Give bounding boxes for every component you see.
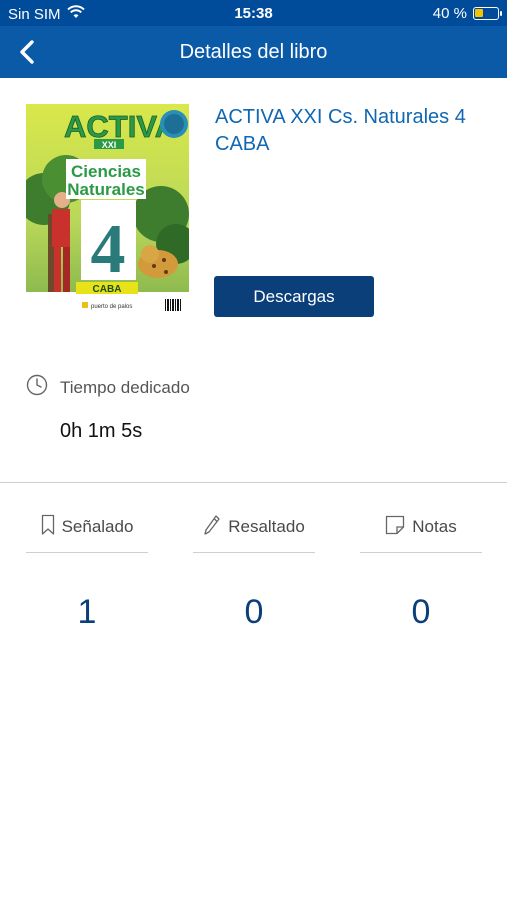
- cover-brand: ACTIVA: [64, 109, 177, 144]
- cover-region: CABA: [93, 284, 122, 295]
- time-spent-label: Tiempo dedicado: [60, 377, 190, 397]
- battery-group: 40 %: [432, 5, 502, 22]
- pencil-icon: [203, 514, 221, 541]
- status-time: 15:38: [234, 5, 273, 22]
- cover-series: XXI: [102, 140, 117, 150]
- cover-subject-line2: Naturales: [67, 180, 144, 199]
- stat-bookmarked-label: Señalado: [61, 517, 134, 536]
- back-button[interactable]: [14, 38, 42, 66]
- clock-icon: [26, 374, 48, 401]
- stat-notes-header: Notas: [360, 512, 482, 542]
- stat-bookmarked-count: 1: [77, 593, 97, 631]
- stat-highlighted-label: Resaltado: [228, 517, 305, 536]
- section-divider: [0, 482, 507, 483]
- book-details-screen: Sin SIM 15:38 40 % Detalles del libro AC…: [0, 0, 507, 900]
- stat-notes-count: 0: [411, 593, 431, 631]
- battery-percent: 40 %: [432, 5, 467, 22]
- stat-bookmarked-rule: [26, 552, 148, 553]
- book-title: ACTIVA XXI Cs. Naturales 4 CABA: [215, 106, 466, 155]
- stat-bookmarked-header: Señalado: [26, 512, 148, 542]
- stat-bookmarked[interactable]: Señalado 1: [26, 512, 148, 632]
- stat-highlighted-count: 0: [244, 593, 264, 631]
- time-spent-header: Tiempo dedicado: [26, 374, 190, 401]
- bookmark-icon: [41, 514, 55, 541]
- stat-highlighted[interactable]: Resaltado 0: [193, 512, 315, 632]
- download-button[interactable]: Descargas: [214, 276, 374, 317]
- stat-notes-label: Notas: [412, 517, 457, 536]
- stat-highlighted-header: Resaltado: [193, 512, 315, 542]
- barcode-icon: [164, 297, 182, 313]
- time-spent-value: 0h 1m 5s: [60, 420, 143, 442]
- navigation-bar: Detalles del libro: [0, 26, 507, 78]
- note-icon: [385, 515, 405, 540]
- stat-notes-rule: [360, 552, 482, 553]
- cover-grade: 4: [91, 211, 126, 288]
- stat-notes[interactable]: Notas 0: [360, 512, 482, 632]
- stat-highlighted-rule: [193, 552, 315, 553]
- chevron-left-icon: [20, 40, 34, 64]
- page-title: Detalles del libro: [179, 40, 328, 63]
- book-cover-image: ACTIVA XXI Ciencias Naturales 4 CABA pue…: [26, 104, 189, 317]
- status-bar: Sin SIM 15:38 40 %: [0, 0, 507, 26]
- cover-subject-line1: Ciencias: [71, 162, 141, 181]
- cover-publisher: puerto de palos: [91, 304, 132, 310]
- battery-icon: [473, 7, 502, 20]
